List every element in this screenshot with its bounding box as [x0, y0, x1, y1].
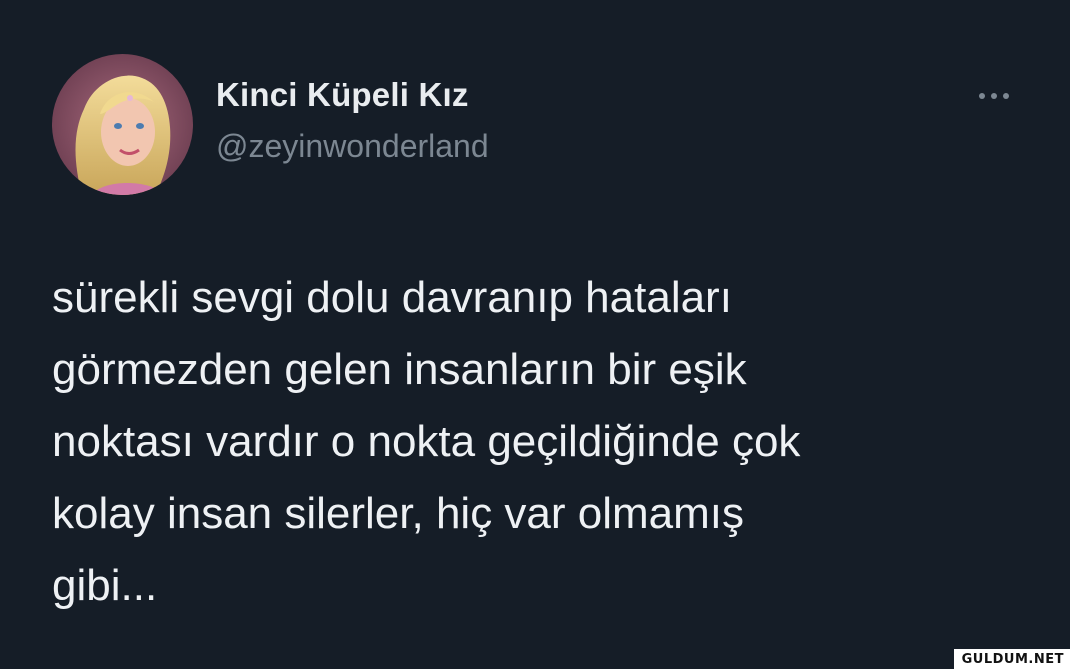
more-options-button[interactable] [972, 82, 1016, 110]
tweet-text: sürekli sevgi dolu davranıp hataları gör… [52, 273, 801, 610]
display-name[interactable]: Kinci Küpeli Kız [216, 76, 469, 114]
username-handle[interactable]: @zeyinwonderland [216, 128, 489, 165]
more-horizontal-icon [979, 93, 1009, 99]
avatar[interactable] [52, 54, 193, 195]
watermark: GULDUM.NET [953, 649, 1070, 669]
avatar-image [52, 54, 193, 195]
tweet-card: Kinci Küpeli Kız @zeyinwonderland sürekl… [0, 0, 1070, 669]
